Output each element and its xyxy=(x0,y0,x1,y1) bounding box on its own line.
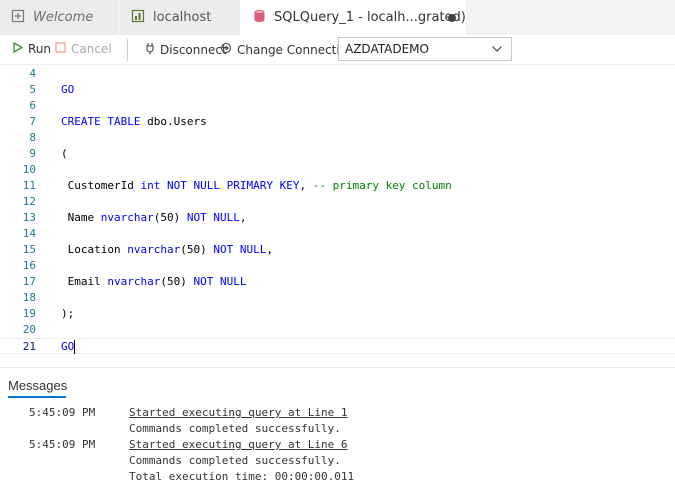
cancel-button[interactable]: Cancel xyxy=(55,42,112,56)
line-number: 11 xyxy=(22,179,36,192)
code-line[interactable]: 9( xyxy=(0,146,675,162)
line-number: 10 xyxy=(22,163,36,176)
database-select[interactable]: AZDATADEMO xyxy=(338,37,512,61)
tab-sqlquery[interactable]: SQLQuery_1 - localh...grated) xyxy=(240,0,466,35)
message-row: Commands completed successfully. xyxy=(0,453,675,469)
code-line[interactable]: 12 xyxy=(0,194,675,210)
line-number: 18 xyxy=(22,291,36,304)
code-line[interactable]: 10 xyxy=(0,162,675,178)
code-line[interactable]: 8 xyxy=(0,130,675,146)
disconnect-label: Disconnect xyxy=(160,43,227,57)
run-label: Run xyxy=(28,42,52,56)
text-caret xyxy=(74,340,76,354)
stop-icon xyxy=(55,42,66,56)
panel-divider xyxy=(0,367,675,368)
run-button[interactable]: Run xyxy=(13,41,52,56)
database-value: AZDATADEMO xyxy=(345,42,429,56)
disconnect-button[interactable]: Disconnect xyxy=(145,42,227,58)
line-number: 7 xyxy=(29,115,36,128)
message-text: Commands completed successfully. xyxy=(129,454,341,467)
code-line[interactable]: 5 GO xyxy=(0,82,675,98)
tab-label: localhost xyxy=(153,10,212,25)
line-number: 13 xyxy=(22,211,36,224)
line-number: 19 xyxy=(22,307,36,320)
line-number: 15 xyxy=(22,243,36,256)
code-line[interactable]: 17 Email nvarchar(50) NOT NULL xyxy=(0,274,675,290)
message-link[interactable]: Started executing query at Line 6 xyxy=(129,437,348,453)
code-line[interactable]: 16 xyxy=(0,258,675,274)
code-text: ( xyxy=(61,147,68,160)
unsaved-dot-icon[interactable] xyxy=(448,14,456,22)
message-time: 5:45:09 PM xyxy=(29,438,96,451)
play-icon xyxy=(13,41,24,56)
message-row: Total execution time: 00:00:00.011 xyxy=(0,469,675,485)
code-text: GO xyxy=(61,83,75,96)
message-text: Commands completed successfully. xyxy=(129,422,341,435)
tab-localhost[interactable]: localhost xyxy=(120,0,240,35)
messages-tab[interactable]: Messages xyxy=(8,378,67,393)
code-line[interactable]: 7 CREATE TABLE dbo.Users xyxy=(0,114,675,130)
code-text: Location nvarchar(50) NOT NULL, xyxy=(61,243,273,256)
code-line[interactable]: 11 CustomerId int NOT NULL PRIMARY KEY, … xyxy=(0,178,675,194)
query-toolbar: Run Cancel Disconnect Change Connection … xyxy=(0,35,675,65)
code-text: Email nvarchar(50) NOT NULL xyxy=(61,275,247,288)
message-link[interactable]: Started executing query at Line 1 xyxy=(129,405,348,421)
code-text: CustomerId int NOT NULL PRIMARY KEY, -- … xyxy=(61,179,452,192)
code-line[interactable]: 18 xyxy=(0,290,675,306)
change-connection-label: Change Connection xyxy=(237,42,355,57)
code-text: Name nvarchar(50) NOT NULL, xyxy=(61,211,247,224)
line-number: 20 xyxy=(22,323,36,336)
code-line[interactable]: 6 xyxy=(0,98,675,114)
code-text: CREATE TABLE dbo.Users xyxy=(61,115,207,128)
message-text: Total execution time: 00:00:00.011 xyxy=(129,470,355,483)
line-number: 12 xyxy=(22,195,36,208)
dashboard-icon xyxy=(131,9,145,27)
sql-file-icon xyxy=(253,9,266,27)
plug-icon xyxy=(145,42,155,58)
tab-strip: Welcome localhost SQLQuery_1 - localh...… xyxy=(0,0,675,35)
tab-label: Welcome xyxy=(33,10,94,25)
cancel-label: Cancel xyxy=(71,42,112,56)
code-line[interactable]: 19); xyxy=(0,306,675,322)
code-line[interactable]: 20 xyxy=(0,322,675,338)
code-line[interactable]: 4 xyxy=(0,66,675,82)
code-line[interactable]: 15 Location nvarchar(50) NOT NULL, xyxy=(0,242,675,258)
line-number: 8 xyxy=(29,131,36,144)
line-number: 6 xyxy=(29,99,36,112)
messages-tab-underline xyxy=(8,396,66,398)
code-text: GO xyxy=(61,340,76,354)
line-number: 9 xyxy=(29,147,36,160)
line-number: 5 xyxy=(29,83,36,96)
message-row: Commands completed successfully. xyxy=(0,421,675,437)
code-line[interactable]: 14 xyxy=(0,226,675,242)
line-number: 17 xyxy=(22,275,36,288)
message-row: 5:45:09 PM Started executing query at Lin… xyxy=(0,437,675,453)
tab-label: SQLQuery_1 - localh...grated) xyxy=(274,10,466,25)
code-editor[interactable]: 4 5 GO 6 7 CREATE TABLE dbo.Users 8 9(10 11 Cust… xyxy=(0,66,675,361)
line-number: 4 xyxy=(29,67,36,80)
change-connection-icon xyxy=(220,42,232,57)
code-line[interactable]: 21 GO xyxy=(0,338,675,354)
line-number: 16 xyxy=(22,259,36,272)
message-time: 5:45:09 PM xyxy=(29,406,96,419)
line-number: 14 xyxy=(22,227,36,240)
tab-welcome[interactable]: Welcome xyxy=(0,0,119,35)
welcome-icon xyxy=(11,9,25,27)
code-text: ); xyxy=(61,307,75,320)
message-row: 5:45:09 PM Started executing query at Lin… xyxy=(0,405,675,421)
change-connection-button[interactable]: Change Connection xyxy=(220,42,355,57)
line-number: 21 xyxy=(22,340,36,353)
code-line[interactable]: 13 Name nvarchar(50) NOT NULL, xyxy=(0,210,675,226)
toolbar-divider xyxy=(127,39,128,61)
chevron-down-icon xyxy=(491,38,503,67)
